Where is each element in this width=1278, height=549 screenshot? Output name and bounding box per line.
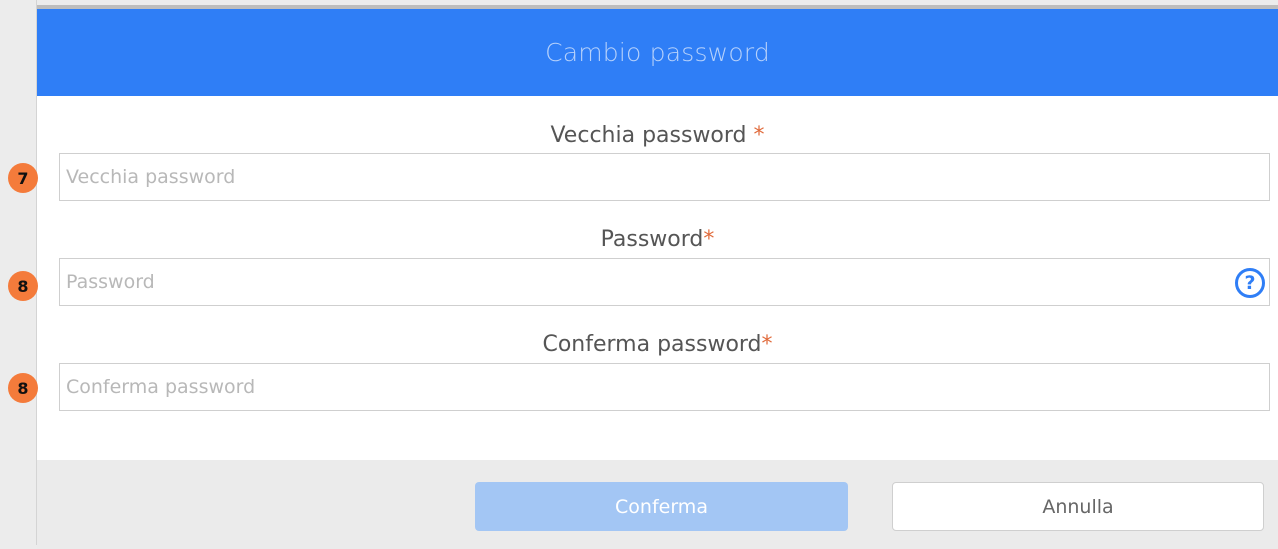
cancel-button[interactable]: Annulla — [892, 482, 1264, 531]
annotation-badge-8: 8 — [8, 271, 38, 301]
change-password-dialog: Cambio password Vecchia password * Passw… — [37, 5, 1278, 549]
old-password-field[interactable] — [59, 153, 1270, 201]
question-circle-icon[interactable]: ? — [1235, 268, 1265, 298]
new-password-label: Password* — [600, 227, 715, 252]
required-mark: * — [703, 227, 715, 252]
new-password-input[interactable] — [60, 259, 1269, 305]
annotation-badge-7: 7 — [8, 163, 38, 193]
new-password-field[interactable]: ? — [59, 258, 1270, 306]
old-password-label: Vecchia password * — [550, 123, 765, 148]
confirm-password-field[interactable] — [59, 363, 1270, 411]
required-mark: * — [753, 123, 765, 148]
confirm-password-label: Conferma password* — [542, 332, 773, 357]
dialog-header: Cambio password — [37, 9, 1278, 96]
annotation-badge-8: 8 — [8, 373, 38, 403]
dialog-title: Cambio password — [545, 38, 770, 67]
dialog-footer: Conferma Annulla — [37, 460, 1278, 549]
required-mark: * — [761, 332, 773, 357]
confirm-password-input[interactable] — [60, 364, 1269, 410]
old-password-input[interactable] — [60, 154, 1269, 200]
confirm-button[interactable]: Conferma — [475, 482, 848, 531]
